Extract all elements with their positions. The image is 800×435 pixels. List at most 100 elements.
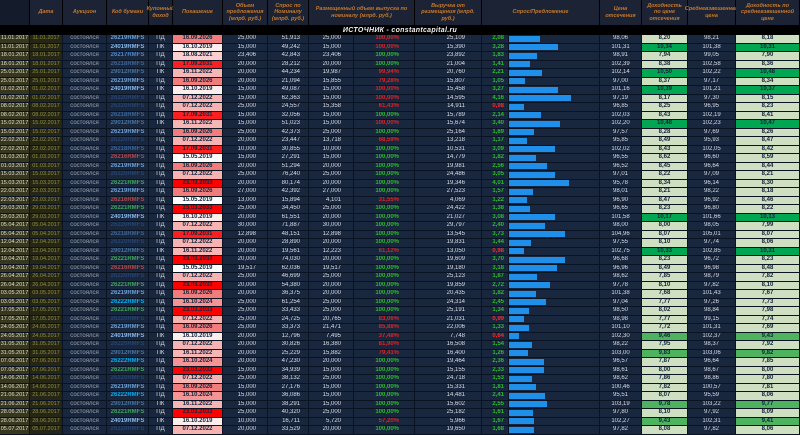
cell-demand-supply-bar[interactable] — [509, 392, 600, 401]
cell-demand-nominal[interactable]: 44,234 — [268, 69, 309, 78]
cell-maturity-date[interactable]: 17.09.2031 — [173, 111, 223, 120]
cell-cutoff-price[interactable]: 103,19 — [600, 400, 642, 409]
cell-demand-supply-ratio[interactable]: 1,38 — [482, 205, 509, 214]
cell-placed-percent[interactable]: 100,00% — [354, 264, 415, 273]
cell-offer-volume[interactable]: 20,000 — [223, 137, 268, 146]
cell-placed-volume[interactable]: 20,000 — [309, 213, 354, 222]
cell-maturity-date[interactable]: 16.10.2019 — [173, 43, 223, 52]
cell-revenue[interactable]: 19,650 — [415, 426, 482, 435]
cell-placed-percent[interactable]: 85,88% — [354, 324, 415, 333]
cell-demand-supply-ratio[interactable]: 1,26 — [482, 349, 509, 358]
cell-security-code[interactable]: 26217RMFS — [107, 52, 149, 61]
cell-demand-supply-bar[interactable] — [509, 35, 600, 44]
table-row[interactable]: 03.05.2017 03.05.2017 состоялся 26219RMFS ПД… — [0, 290, 800, 299]
cell-demand-supply-ratio[interactable]: 3,40 — [482, 120, 509, 129]
cell-demand-supply-ratio[interactable]: 1,41 — [482, 60, 509, 69]
table-row[interactable]: 05.04.2017 05.04.2017 состоялся 26220RMFS ПД… — [0, 222, 800, 231]
cell-cutoff-price[interactable]: 96,96 — [600, 264, 642, 273]
cell-cutoff-price[interactable]: 104,96 — [600, 230, 642, 239]
cell-date[interactable]: 31.05.2017 — [30, 341, 63, 350]
cell-cutoff-price[interactable]: 97,57 — [600, 128, 642, 137]
cell-cutoff-price[interactable]: 97,00 — [600, 77, 642, 86]
cell-demand-supply-ratio[interactable]: 4,16 — [482, 94, 509, 103]
cell-placed-percent[interactable]: 100,00% — [354, 383, 415, 392]
cell-security-code[interactable]: 26220RMFS — [107, 375, 149, 384]
cell-date-left[interactable]: 25.01.2017 — [0, 69, 30, 78]
cell-offer-volume[interactable]: 25,000 — [223, 298, 268, 307]
cell-offer-volume[interactable]: 10,000 — [223, 145, 268, 154]
cell-demand-nominal[interactable]: 62,363 — [268, 94, 309, 103]
cell-demand-supply-ratio[interactable]: 1,61 — [482, 409, 509, 418]
cell-wavg-price[interactable]: 95,59 — [688, 392, 736, 401]
cell-security-code[interactable]: 26220RMFS — [107, 315, 149, 324]
cell-demand-supply-ratio[interactable]: 1,87 — [482, 273, 509, 282]
cell-cutoff-price[interactable]: 96,52 — [600, 162, 642, 171]
cell-security-code[interactable]: 26218RMFS — [107, 111, 149, 120]
cell-date-left[interactable]: 14.06.2017 — [0, 375, 30, 384]
cell-placed-volume[interactable]: 30,000 — [309, 222, 354, 231]
cell-security-code[interactable]: 29012RMFS — [107, 247, 149, 256]
cell-cutoff-yield[interactable]: 8,47 — [642, 196, 688, 205]
cell-wavg-price[interactable]: 98,37 — [688, 341, 736, 350]
cell-auction-status[interactable]: состоялся — [63, 256, 107, 265]
cell-placed-percent[interactable]: 100,00% — [354, 426, 415, 435]
cell-wavg-yield[interactable]: 8,15 — [736, 94, 800, 103]
cell-demand-supply-bar[interactable] — [509, 145, 600, 154]
cell-wavg-yield[interactable]: 10,48 — [736, 69, 800, 78]
cell-cutoff-price[interactable]: 102,30 — [600, 332, 642, 341]
cell-placed-volume[interactable]: 15,000 — [309, 86, 354, 95]
cell-maturity-date[interactable]: 16.09.2026 — [173, 77, 223, 86]
cell-placed-percent[interactable]: 100,00% — [354, 145, 415, 154]
cell-placed-volume[interactable]: 15,000 — [309, 366, 354, 375]
cell-placed-volume[interactable]: 15,000 — [309, 383, 354, 392]
cell-demand-nominal[interactable]: 76,240 — [268, 171, 309, 180]
cell-placed-volume[interactable]: 25,000 — [309, 298, 354, 307]
cell-revenue[interactable]: 19,859 — [415, 281, 482, 290]
table-row[interactable]: 01.03.2017 01.03.2017 состоялся 26219RMFS ПД… — [0, 162, 800, 171]
cell-demand-supply-bar[interactable] — [509, 281, 600, 290]
cell-date-left[interactable]: 15.02.2017 — [0, 120, 30, 129]
cell-demand-supply-ratio[interactable]: 1,33 — [482, 324, 509, 333]
cell-demand-nominal[interactable]: 71,887 — [268, 222, 309, 231]
cell-placed-volume[interactable]: 20,000 — [309, 256, 354, 265]
cell-placed-volume[interactable]: 5,720 — [309, 417, 354, 426]
cell-date[interactable]: 15.02.2017 — [30, 128, 63, 137]
cell-offer-volume[interactable]: 25,000 — [223, 324, 268, 333]
cell-demand-nominal[interactable]: 27,291 — [268, 154, 309, 163]
cell-date-left[interactable]: 25.01.2017 — [0, 77, 30, 86]
table-row[interactable]: 05.07.2017 05.07.2017 состоялся 26220RMFS ПД… — [0, 426, 800, 435]
cell-security-code[interactable]: 26218RMFS — [107, 230, 149, 239]
cell-placed-percent[interactable]: 81,90% — [354, 341, 415, 350]
cell-demand-supply-bar[interactable] — [509, 213, 600, 222]
cell-date[interactable]: 17.05.2017 — [30, 315, 63, 324]
cell-cutoff-price[interactable]: 98,61 — [600, 366, 642, 375]
cell-coupon-type[interactable]: ПД — [149, 205, 173, 214]
cell-wavg-price[interactable]: 102,05 — [688, 145, 736, 154]
cell-security-code[interactable]: 26216RMFS — [107, 264, 149, 273]
cell-date-left[interactable]: 24.05.2017 — [0, 324, 30, 333]
cell-security-code[interactable]: 26221RMFS — [107, 409, 149, 418]
cell-wavg-yield[interactable]: 8,00 — [736, 366, 800, 375]
cell-date[interactable]: 12.04.2017 — [30, 239, 63, 248]
cell-coupon-type[interactable]: ПД — [149, 103, 173, 112]
cell-auction-status[interactable]: состоялся — [63, 230, 107, 239]
cell-coupon-type[interactable]: ПД — [149, 426, 173, 435]
cell-wavg-yield[interactable]: 7,81 — [736, 383, 800, 392]
cell-cutoff-price[interactable]: 96,85 — [600, 103, 642, 112]
cell-cutoff-yield[interactable]: 8,00 — [642, 222, 688, 231]
cell-placed-percent[interactable]: 100,00% — [354, 273, 415, 282]
cell-demand-supply-ratio[interactable]: 1,34 — [482, 307, 509, 316]
cell-coupon-type[interactable]: ПД — [149, 324, 173, 333]
cell-wavg-yield[interactable]: 8,21 — [736, 171, 800, 180]
cell-wavg-price[interactable]: 103,22 — [688, 400, 736, 409]
cell-revenue[interactable]: 25,123 — [415, 273, 482, 282]
cell-demand-supply-bar[interactable] — [509, 426, 600, 435]
cell-revenue[interactable]: 29,797 — [415, 222, 482, 231]
cell-placed-percent[interactable]: 100,00% — [354, 43, 415, 52]
cell-date-left[interactable]: 28.06.2017 — [0, 409, 30, 418]
cell-placed-percent[interactable]: 83,06% — [354, 315, 415, 324]
cell-wavg-yield[interactable]: 7,69 — [736, 324, 800, 333]
cell-wavg-price[interactable]: 96,95 — [688, 103, 736, 112]
table-row[interactable]: 29.03.2017 29.03.2017 состоялся 24019RMFS ПК… — [0, 213, 800, 222]
cell-placed-percent[interactable]: 100,00% — [354, 400, 415, 409]
